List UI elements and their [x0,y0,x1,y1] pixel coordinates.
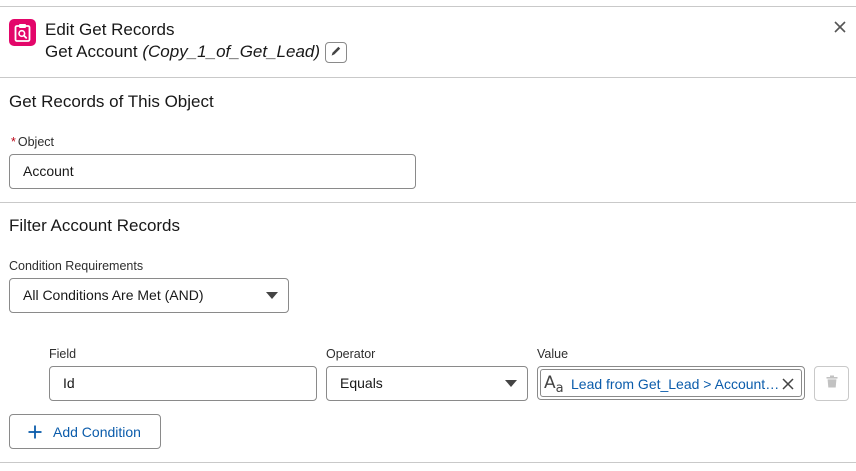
resource-pill-label: Lead from Get_Lead > Account ID [571,376,783,392]
text-type-icon: Aa [544,373,564,396]
close-icon [782,378,794,390]
section-divider [0,202,856,203]
condition-field-input[interactable]: Id [49,366,317,401]
close-icon [834,20,846,38]
chevron-down-icon [505,380,517,387]
condition-requirements-value: All Conditions Are Met (AND) [23,287,204,303]
object-section-title: Get Records of This Object [9,92,214,111]
condition-requirements-select[interactable]: All Conditions Are Met (AND) [9,278,289,313]
pencil-icon [330,44,342,62]
chevron-down-icon [266,292,278,299]
bottom-divider [0,462,856,463]
header-divider [0,77,856,78]
add-condition-label: Add Condition [53,423,141,440]
add-condition-button[interactable]: Add Condition [9,414,161,449]
close-button[interactable] [830,19,850,39]
pill-remove-button[interactable] [779,375,797,393]
field-column-label: Field [49,347,77,361]
edit-label-button[interactable] [325,42,347,63]
value-column-label: Value [537,347,569,361]
filter-section-title: Filter Account Records [9,216,181,235]
condition-requirements-label: Condition Requirements [9,259,144,273]
condition-value-input[interactable]: Aa Lead from Get_Lead > Account ID [537,366,805,400]
modal-title: Edit Get Records [45,20,175,39]
object-input[interactable]: Account [9,154,416,189]
operator-column-label: Operator [326,347,376,361]
top-divider [0,6,856,7]
element-api-name: (Copy_1_of_Get_Lead) [142,42,321,61]
required-marker: * [11,135,16,149]
condition-operator-select[interactable]: Equals [326,366,528,401]
element-label: Get Account [45,42,138,61]
element-name: Get Account (Copy_1_of_Get_Lead) [45,42,320,62]
plus-icon [28,425,42,438]
trash-icon [826,375,838,393]
resource-pill[interactable]: Aa Lead from Get_Lead > Account ID [540,369,802,397]
delete-condition-button[interactable] [814,366,849,401]
condition-operator-value: Equals [340,375,383,391]
object-field-label: * Object [11,135,55,149]
get-records-icon [9,19,36,46]
